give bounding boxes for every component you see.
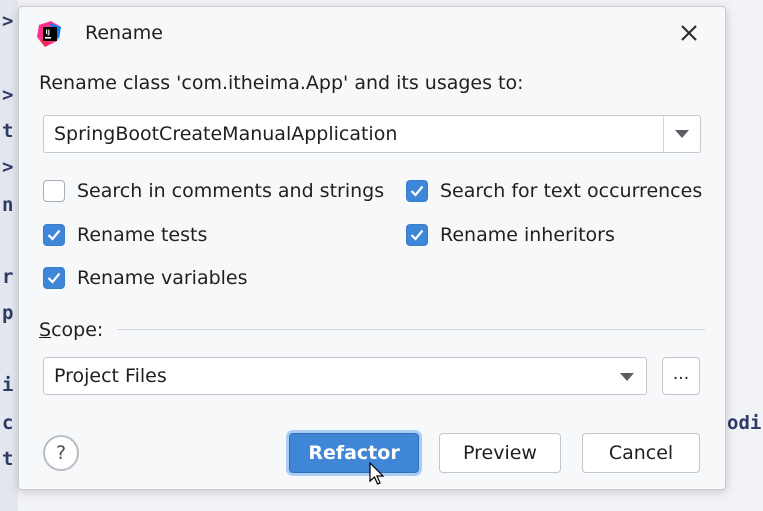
- editor-fragment: >: [2, 10, 14, 32]
- option-search-text[interactable]: Search for text occurrences: [406, 180, 702, 202]
- scope-label: Scope:: [39, 319, 104, 341]
- checkmark-icon: [410, 229, 424, 241]
- preview-button[interactable]: Preview: [439, 433, 561, 473]
- intellij-idea-icon: IJ: [37, 21, 63, 47]
- editor-fragment: p: [2, 302, 14, 324]
- dialog-title: Rename: [85, 22, 163, 44]
- checkbox[interactable]: [406, 224, 428, 246]
- editor-fragment: t: [2, 448, 14, 470]
- option-rename-tests[interactable]: Rename tests: [43, 224, 207, 246]
- checkmark-icon: [47, 272, 61, 284]
- editor-fragment: i: [2, 374, 14, 396]
- editor-fragment: r: [2, 266, 14, 288]
- checkmark-icon: [47, 229, 61, 241]
- editor-fragment: odi: [727, 412, 762, 434]
- scope-value: Project Files: [54, 365, 167, 387]
- checkbox[interactable]: [43, 224, 65, 246]
- scope-select[interactable]: Project Files: [43, 357, 647, 395]
- close-icon: [681, 25, 697, 41]
- checkbox[interactable]: [406, 180, 428, 202]
- svg-text:IJ: IJ: [46, 29, 50, 36]
- option-label: Rename variables: [77, 267, 248, 289]
- scope-separator: [117, 329, 705, 330]
- option-label: Rename inheritors: [440, 224, 615, 246]
- option-label: Rename tests: [77, 224, 208, 246]
- editor-fragment: >: [2, 84, 14, 106]
- editor-fragment: n: [2, 194, 14, 216]
- new-name-dropdown-button[interactable]: [663, 116, 700, 152]
- chevron-down-icon: [675, 130, 689, 138]
- mouse-cursor-icon: [369, 462, 385, 485]
- option-label: Search in comments and strings: [77, 180, 385, 202]
- editor-fragment: c: [2, 412, 14, 434]
- new-name-combo[interactable]: SpringBootCreateManualApplication: [43, 115, 701, 153]
- new-name-input[interactable]: SpringBootCreateManualApplication: [54, 123, 397, 145]
- rename-dialog: IJ Rename Rename class 'com.itheima.App'…: [18, 6, 726, 490]
- help-button[interactable]: ?: [43, 435, 79, 471]
- editor-gutter: [0, 0, 18, 511]
- option-rename-inheritors[interactable]: Rename inheritors: [406, 224, 615, 246]
- cancel-button[interactable]: Cancel: [582, 433, 700, 473]
- scope-more-button[interactable]: ...: [662, 357, 700, 395]
- checkbox[interactable]: [43, 180, 65, 202]
- editor-fragment: t: [2, 120, 14, 142]
- rename-prompt: Rename class 'com.itheima.App' and its u…: [39, 72, 524, 94]
- editor-fragment: >: [2, 156, 14, 178]
- close-button[interactable]: [675, 19, 703, 47]
- option-label: Search for text occurrences: [440, 180, 703, 202]
- refactor-button[interactable]: Refactor: [289, 433, 419, 473]
- title-bar: IJ Rename: [19, 7, 725, 59]
- option-search-comments[interactable]: Search in comments and strings: [43, 180, 384, 202]
- checkmark-icon: [410, 185, 424, 197]
- option-rename-variables[interactable]: Rename variables: [43, 267, 248, 289]
- chevron-down-icon: [620, 373, 634, 381]
- checkbox[interactable]: [43, 267, 65, 289]
